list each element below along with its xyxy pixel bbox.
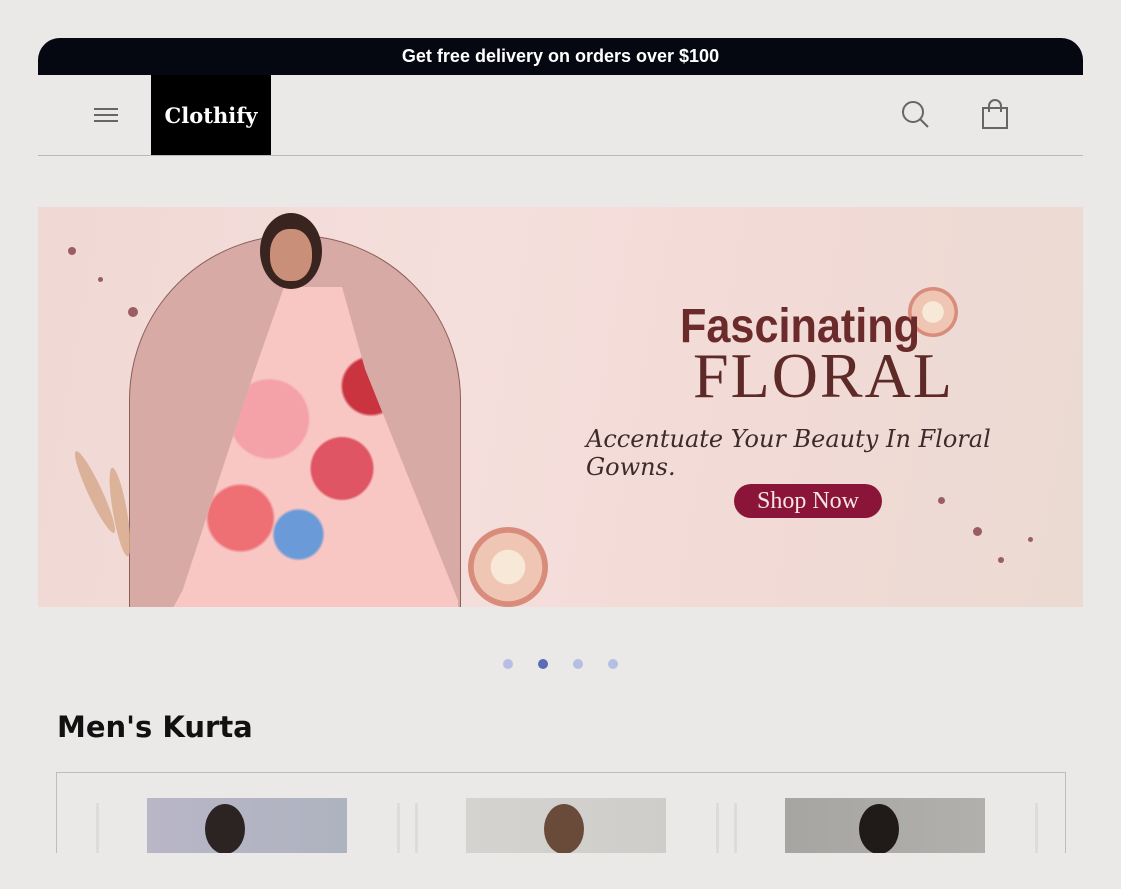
model-head — [859, 804, 899, 853]
carousel-dot[interactable] — [573, 659, 583, 669]
product-card[interactable] — [147, 798, 347, 853]
announcement-text: Get free delivery on orders over $100 — [401, 46, 720, 66]
section-title: Men's Kurta — [57, 710, 253, 744]
paint-splatter — [973, 527, 982, 536]
hero-banner[interactable]: Fascinating FLORAL Accentuate Your Beaut… — [38, 207, 1083, 607]
shop-now-button[interactable]: Shop Now — [734, 484, 882, 518]
product-card[interactable] — [466, 798, 666, 853]
logo-text: Clothify — [164, 102, 258, 128]
page: Get free delivery on orders over $100 Cl… — [38, 38, 1083, 853]
model-face — [270, 229, 312, 281]
paint-splatter — [938, 497, 945, 504]
banner-title-line2: FLORAL — [693, 340, 954, 411]
banner-subtitle: Accentuate Your Beauty In Floral Gowns. — [586, 425, 991, 481]
card-divider — [1035, 803, 1038, 853]
card-divider — [716, 803, 719, 853]
card-divider — [415, 803, 418, 853]
shopping-bag-icon[interactable] — [980, 98, 1010, 130]
site-header: Clothify — [38, 75, 1083, 156]
paint-splatter — [1028, 537, 1033, 542]
paint-splatter — [68, 247, 76, 255]
carousel-dots — [503, 659, 618, 669]
card-divider — [397, 803, 400, 853]
product-card[interactable] — [785, 798, 985, 853]
model-head — [205, 804, 245, 853]
card-divider — [96, 803, 99, 853]
model-head — [544, 804, 584, 853]
paint-splatter — [128, 307, 138, 317]
decorative-flower — [468, 527, 548, 607]
announcement-bar: Get free delivery on orders over $100 — [38, 38, 1083, 75]
carousel-dot[interactable] — [608, 659, 618, 669]
logo[interactable]: Clothify — [151, 75, 271, 155]
hamburger-menu-icon[interactable] — [92, 104, 120, 126]
paint-splatter — [998, 557, 1004, 563]
paint-splatter — [98, 277, 103, 282]
carousel-dot[interactable] — [503, 659, 513, 669]
carousel-dot-active[interactable] — [538, 659, 548, 669]
search-icon[interactable] — [900, 99, 930, 129]
product-image — [147, 798, 347, 853]
card-divider — [734, 803, 737, 853]
product-carousel — [56, 772, 1066, 853]
